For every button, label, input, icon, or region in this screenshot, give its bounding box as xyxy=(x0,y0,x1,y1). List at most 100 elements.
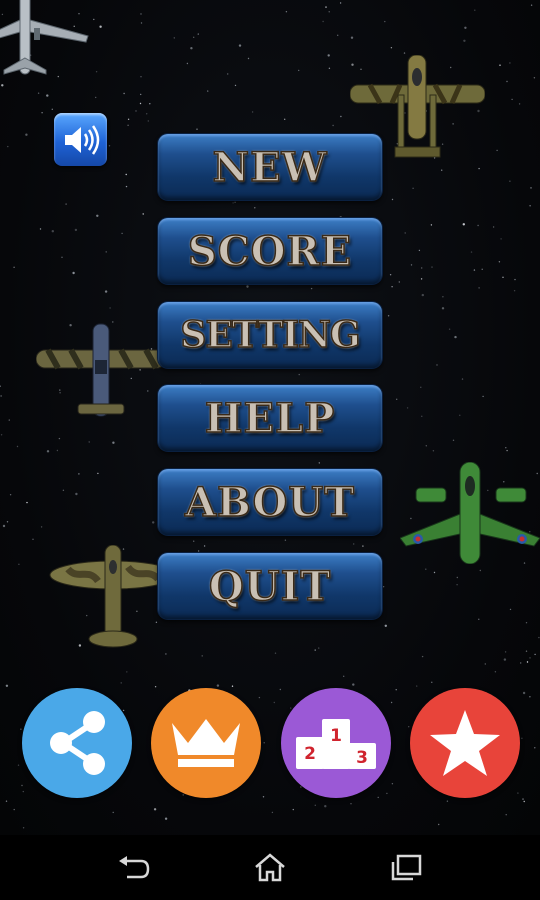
star-dot xyxy=(477,224,479,227)
star-dot xyxy=(517,792,519,794)
star-dot xyxy=(484,663,486,665)
star-dot xyxy=(473,269,476,271)
star-dot xyxy=(246,285,249,288)
help-label: HELP xyxy=(204,394,336,443)
star-dot xyxy=(154,686,157,688)
star-dot xyxy=(500,238,502,240)
star-icon xyxy=(430,710,500,776)
star-dot xyxy=(1,84,4,87)
star-dot xyxy=(247,57,250,60)
star-dot xyxy=(463,39,466,42)
star-dot xyxy=(20,728,22,730)
star-dot xyxy=(421,655,424,658)
star-dot xyxy=(0,434,3,436)
star-dot xyxy=(164,817,168,820)
star-dot xyxy=(51,108,53,111)
podium-second-place: 2 xyxy=(304,744,316,764)
star-dot xyxy=(238,44,242,47)
new-game-label: NEW xyxy=(212,143,328,192)
podium-first-place: 1 xyxy=(330,726,342,746)
star-dot xyxy=(125,173,127,176)
star-dot xyxy=(332,124,334,127)
star-dot xyxy=(505,447,507,449)
star-dot xyxy=(322,20,324,23)
star-dot xyxy=(254,207,256,209)
help-button[interactable]: HELP xyxy=(158,385,382,451)
star-dot xyxy=(197,33,199,35)
star-dot xyxy=(522,798,524,800)
star-dot xyxy=(207,90,209,92)
star-dot xyxy=(139,102,142,105)
grey-jet-plane xyxy=(0,0,89,75)
star-dot xyxy=(350,36,354,39)
star-dot xyxy=(0,385,1,387)
star-dot xyxy=(234,84,237,87)
back-button[interactable] xyxy=(116,852,152,884)
star-dot xyxy=(271,811,274,814)
star-dot xyxy=(456,576,458,579)
star-dot xyxy=(95,96,97,99)
quit-button[interactable]: QUIT xyxy=(158,553,382,619)
star-dot xyxy=(125,185,128,188)
star-dot xyxy=(147,120,149,122)
star-dot xyxy=(97,472,99,475)
star-dot xyxy=(525,650,528,652)
star-dot xyxy=(46,94,49,97)
star-dot xyxy=(122,709,125,712)
star-dot xyxy=(404,232,406,234)
star-dot xyxy=(140,76,142,78)
star-dot xyxy=(410,264,413,266)
score-button[interactable]: SCORE xyxy=(158,218,382,284)
star-dot xyxy=(17,764,20,766)
star-dot xyxy=(105,251,107,253)
star-dot xyxy=(314,804,316,806)
share-button[interactable] xyxy=(22,688,132,798)
star-dot xyxy=(146,113,148,115)
star-dot xyxy=(196,128,198,130)
crown-button[interactable] xyxy=(151,688,261,798)
star-dot xyxy=(478,618,480,620)
star-dot xyxy=(421,293,424,297)
star-dot xyxy=(511,98,513,101)
sound-toggle-button[interactable] xyxy=(54,113,107,166)
star-dot xyxy=(529,696,531,698)
home-button[interactable] xyxy=(252,852,288,884)
star-dot xyxy=(478,287,480,289)
star-dot xyxy=(395,689,397,691)
star-dot xyxy=(492,226,495,228)
about-button[interactable]: ABOUT xyxy=(158,469,382,535)
star-dot xyxy=(390,47,393,49)
star-dot xyxy=(403,52,406,54)
star-dot xyxy=(441,169,443,171)
about-label: ABOUT xyxy=(184,478,356,527)
star-dot xyxy=(182,794,184,796)
star-dot xyxy=(446,800,449,802)
star-dot xyxy=(522,691,526,695)
star-dot xyxy=(478,167,480,170)
star-dot xyxy=(203,545,206,547)
star-dot xyxy=(533,77,536,79)
star-dot xyxy=(37,92,40,94)
star-dot xyxy=(127,124,129,127)
star-dot xyxy=(384,624,387,627)
setting-button[interactable]: SETTING xyxy=(158,302,382,368)
rate-button[interactable] xyxy=(410,688,520,798)
new-game-button[interactable]: NEW xyxy=(158,134,382,200)
star-dot xyxy=(436,364,438,366)
star-dot xyxy=(72,271,75,275)
star-dot xyxy=(520,662,522,664)
star-dot xyxy=(474,9,476,11)
star-dot xyxy=(408,726,410,728)
star-dot xyxy=(22,790,24,793)
leaderboard-button[interactable]: 1 2 3 xyxy=(281,688,391,798)
star-dot xyxy=(96,214,99,217)
recent-apps-button[interactable] xyxy=(388,852,424,884)
star-dot xyxy=(5,684,9,687)
star-dot xyxy=(112,441,115,444)
star-dot xyxy=(95,71,98,73)
star-dot xyxy=(420,386,422,388)
star-dot xyxy=(62,489,65,491)
green-fighter-plane xyxy=(400,462,540,564)
star-dot xyxy=(26,501,28,504)
star-dot xyxy=(530,4,533,6)
